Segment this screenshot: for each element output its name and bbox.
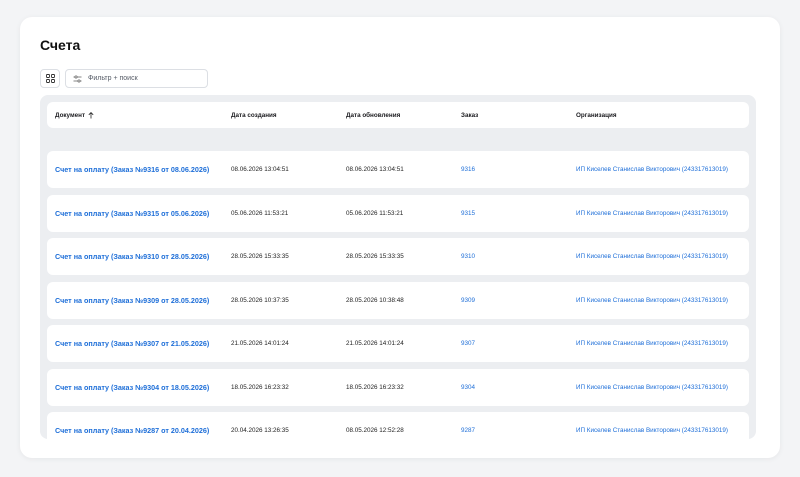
column-header-document[interactable]: Документ [55,102,94,128]
order-link[interactable]: 9307 [461,325,475,362]
document-link[interactable]: Счет на оплату (Заказ №9309 от 28.05.202… [55,282,209,319]
table-row[interactable]: Счет на оплату (Заказ №9310 от 28.05.202… [47,238,749,275]
organization-link[interactable]: ИП Киселев Станислав Викторович (2433176… [576,369,728,406]
filter-search-input[interactable]: Фильтр + поиск [65,69,208,88]
column-header-organization[interactable]: Организация [576,102,617,128]
updated-date: 28.05.2026 10:38:48 [346,297,404,304]
table-row[interactable]: Счет на оплату (Заказ №9315 от 05.06.202… [47,195,749,232]
document-link[interactable]: Счет на оплату (Заказ №9315 от 05.06.202… [55,195,209,232]
updated-date: 21.05.2026 14:01:24 [346,340,404,347]
page-title: Счета [40,37,81,53]
document-link[interactable]: Счет на оплату (Заказ №9316 от 08.06.202… [55,151,209,188]
updated-date: 28.05.2026 15:33:35 [346,253,404,260]
grid-icon [45,74,55,83]
organization-link[interactable]: ИП Киселев Станислав Викторович (2433176… [576,195,728,232]
table-header: Документ Дата создания Дата обновления З… [47,102,749,128]
organization-link[interactable]: ИП Киселев Станислав Викторович (2433176… [576,151,728,188]
order-link[interactable]: 9310 [461,238,475,275]
filter-sliders-icon [73,74,82,83]
updated-date: 08.06.2026 13:04:51 [346,166,404,173]
column-header-updated[interactable]: Дата обновления [346,102,400,128]
table-row[interactable]: Счет на оплату (Заказ №9287 от 20.04.202… [47,412,749,449]
column-header-document-label: Документ [55,111,86,119]
document-link[interactable]: Счет на оплату (Заказ №9307 от 21.05.202… [55,325,209,362]
organization-link[interactable]: ИП Киселев Станислав Викторович (2433176… [576,412,728,449]
created-date: 08.06.2026 13:04:51 [231,166,289,173]
document-link[interactable]: Счет на оплату (Заказ №9287 от 20.04.202… [55,412,209,449]
updated-date: 05.06.2026 11:53:21 [346,210,404,217]
created-date: 20.04.2026 13:26:35 [231,427,289,434]
order-link[interactable]: 9287 [461,412,475,449]
filter-placeholder: Фильтр + поиск [88,75,138,82]
order-link[interactable]: 9309 [461,282,475,319]
order-link[interactable]: 9316 [461,151,475,188]
document-link[interactable]: Счет на оплату (Заказ №9304 от 18.05.202… [55,369,209,406]
created-date: 05.06.2026 11:53:21 [231,210,289,217]
column-header-order[interactable]: Заказ [461,102,478,128]
organization-link[interactable]: ИП Киселев Станислав Викторович (2433176… [576,238,728,275]
updated-date: 08.05.2026 12:52:28 [346,427,404,434]
view-toggle-button[interactable] [40,69,60,88]
invoices-card: Счета Фильтр + поиск Документ Дата созда… [20,17,780,458]
organization-link[interactable]: ИП Киселев Станислав Викторович (2433176… [576,282,728,319]
organization-link[interactable]: ИП Киселев Станислав Викторович (2433176… [576,325,728,362]
arrow-up-icon [88,111,94,118]
table-row[interactable]: Счет на оплату (Заказ №9307 от 21.05.202… [47,325,749,362]
document-link[interactable]: Счет на оплату (Заказ №9310 от 28.05.202… [55,238,209,275]
table-row[interactable]: Счет на оплату (Заказ №9316 от 08.06.202… [47,151,749,188]
updated-date: 18.05.2026 16:23:32 [346,384,404,391]
created-date: 28.05.2026 10:37:35 [231,297,289,304]
table-row[interactable]: Счет на оплату (Заказ №9304 от 18.05.202… [47,369,749,406]
table-row[interactable]: Счет на оплату (Заказ №9309 от 28.05.202… [47,282,749,319]
toolbar: Фильтр + поиск [40,69,208,88]
column-header-created[interactable]: Дата создания [231,102,277,128]
created-date: 28.05.2026 15:33:35 [231,253,289,260]
created-date: 21.05.2026 14:01:24 [231,340,289,347]
created-date: 18.05.2026 16:23:32 [231,384,289,391]
invoices-table: Документ Дата создания Дата обновления З… [40,95,756,449]
order-link[interactable]: 9315 [461,195,475,232]
order-link[interactable]: 9304 [461,369,475,406]
